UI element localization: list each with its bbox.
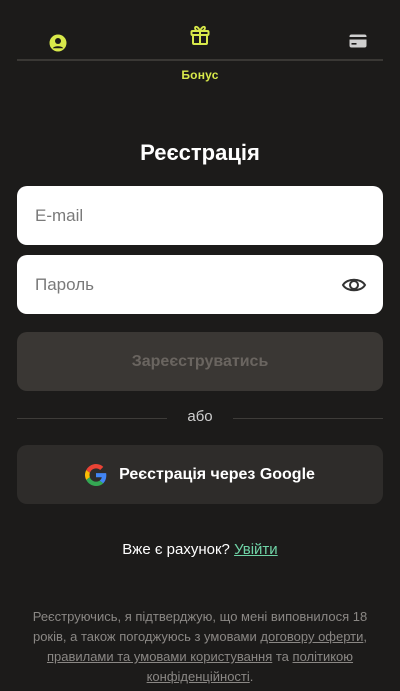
or-line-right	[233, 418, 383, 419]
page-title: Реєстрація	[140, 140, 260, 165]
email-field[interactable]	[35, 205, 365, 226]
register-button-label: Зареєструватись	[131, 352, 269, 370]
legal-text-4: .	[249, 669, 254, 684]
user-circle-icon	[49, 34, 67, 52]
google-signup-label: Реєстрація через Google	[119, 465, 315, 483]
register-button[interactable]: Зареєструватись	[17, 332, 383, 391]
legal-text-2: ,	[363, 629, 368, 644]
login-prompt: Вже є рахунок? Увійти	[0, 541, 400, 558]
step-account[interactable]	[49, 34, 67, 52]
legal-text-3: та	[272, 649, 293, 664]
legal-notice: Реєструючись, я підтверджую, що мені вип…	[22, 607, 378, 687]
progress-steps: Бонус	[17, 24, 383, 86]
eye-icon[interactable]	[341, 272, 367, 298]
password-field[interactable]	[35, 274, 365, 295]
login-prompt-text: Вже є рахунок?	[122, 541, 230, 558]
step-payment[interactable]	[349, 34, 367, 48]
login-link[interactable]: Увійти	[234, 541, 278, 558]
google-icon	[85, 463, 107, 486]
registration-screen: Бонус Реєстрація Зареєструватись або	[0, 0, 400, 691]
terms-link[interactable]: правилами та умовами користування	[47, 649, 272, 664]
email-field-wrapper	[17, 186, 383, 245]
password-field-wrapper	[17, 255, 383, 314]
or-text: або	[187, 408, 213, 425]
step-bonus[interactable]: Бонус	[169, 24, 231, 82]
card-icon	[349, 34, 367, 48]
google-signup-button[interactable]: Реєстрація через Google	[17, 445, 383, 504]
or-divider: або	[17, 408, 383, 428]
step-bonus-label: Бонус	[181, 68, 219, 82]
gift-icon	[190, 25, 210, 45]
offer-agreement-link[interactable]: договору оферти	[260, 629, 363, 644]
